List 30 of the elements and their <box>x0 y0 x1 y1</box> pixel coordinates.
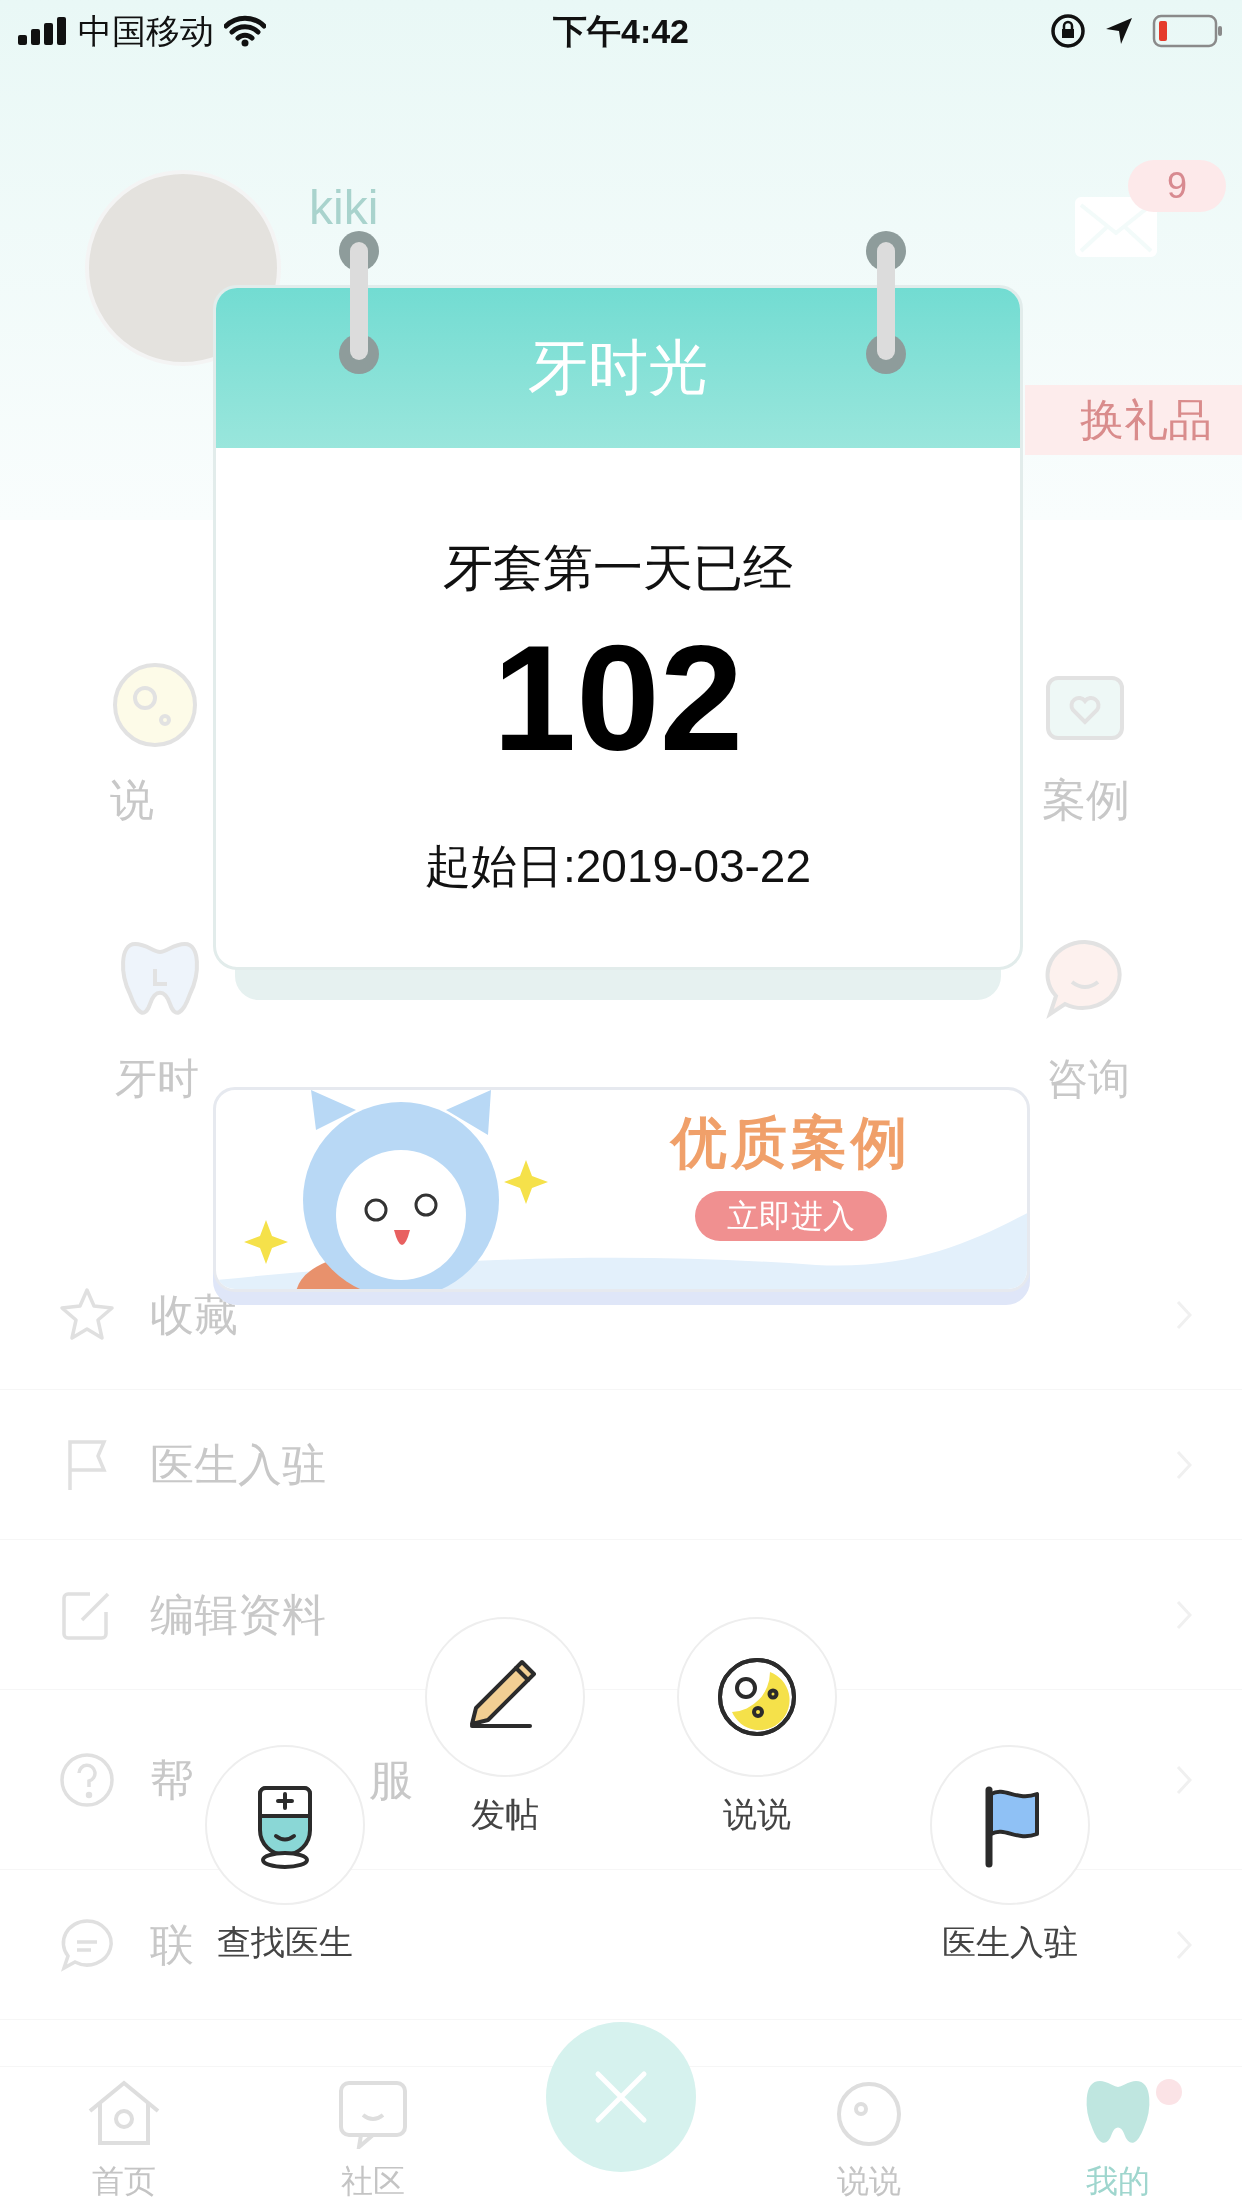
location-arrow-icon <box>1104 16 1134 46</box>
action-label: 发帖 <box>471 1797 539 1831</box>
action-label: 说说 <box>723 1797 791 1831</box>
help-icon <box>58 1750 116 1809</box>
tab-item[interactable]: 社区 <box>248 2067 497 2208</box>
tab-item[interactable]: 说说 <box>745 2067 994 2208</box>
binder-ring-icon <box>865 230 907 375</box>
wifi-icon <box>224 15 266 47</box>
action-label: 查找医生 <box>217 1925 353 1959</box>
calendar-title: 牙时光 <box>528 333 708 403</box>
battery-icon <box>1152 14 1224 48</box>
close-icon <box>594 2070 648 2124</box>
action-label: 医生入驻 <box>942 1925 1078 1959</box>
case-banner[interactable]: 优质案例 立即进入 <box>213 1087 1030 1292</box>
rotation-lock-icon <box>1050 13 1086 49</box>
calendar-caption: 牙套第一天已经 <box>443 543 793 593</box>
day-count: 102 <box>492 623 744 773</box>
user-name: kiki <box>309 184 379 232</box>
message-count-badge: 9 <box>1128 160 1226 212</box>
banner-title: 优质案例 <box>671 1115 911 1171</box>
enter-button[interactable]: 立即进入 <box>695 1191 887 1241</box>
gift-button[interactable]: 换礼品 <box>1025 385 1242 455</box>
carrier-name: 中国移动 <box>78 10 214 52</box>
face-icon <box>110 660 200 750</box>
signal-icon <box>18 17 68 45</box>
tab-item[interactable]: 我的 <box>993 2067 1242 2208</box>
binder-ring-icon <box>338 230 380 375</box>
start-date: 起始日:2019-03-22 <box>424 843 812 889</box>
tab-item[interactable]: 首页 <box>0 2067 249 2208</box>
status-time: 下午4:42 <box>551 10 691 52</box>
